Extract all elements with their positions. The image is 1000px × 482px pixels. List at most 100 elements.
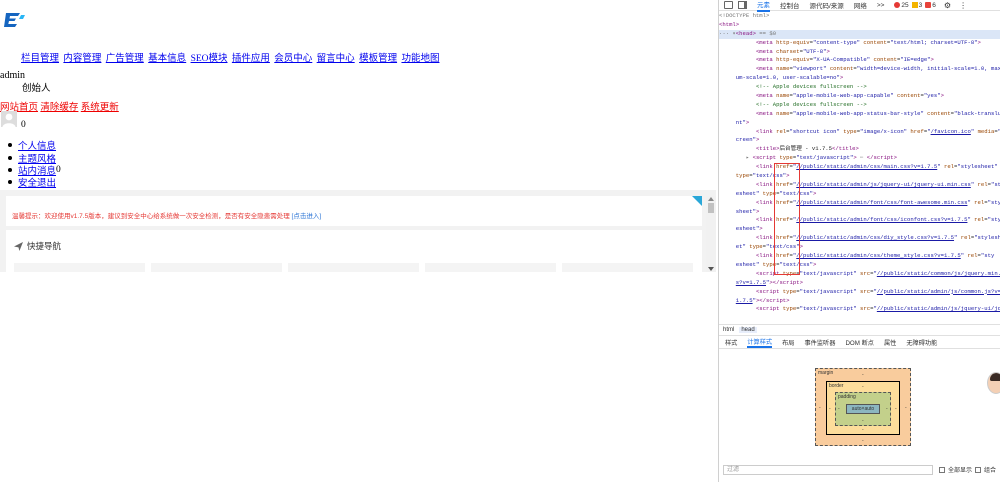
subtab-properties[interactable]: 属性 xyxy=(884,338,896,347)
settings-icon[interactable]: ⚙ xyxy=(944,1,951,10)
bullet xyxy=(8,180,12,185)
dom-line[interactable]: <script type="text/javascript" src="//pu… xyxy=(719,270,1000,279)
nav-message-center[interactable]: 留言中心 xyxy=(317,54,355,64)
show-all-checkbox[interactable] xyxy=(939,466,945,473)
border-left-value: - xyxy=(829,406,831,412)
avatar[interactable] xyxy=(1,111,17,127)
nav-content-management[interactable]: 内容管理 xyxy=(63,54,101,64)
filter-input[interactable]: 过滤 xyxy=(723,465,933,475)
nav-member-center[interactable]: 会员中心 xyxy=(274,54,312,64)
logo-icon xyxy=(4,13,25,27)
dom-line[interactable]: <title>后台管理 - v1.7.5</title> xyxy=(719,145,1000,154)
nav-plugins[interactable]: 插件应用 xyxy=(232,54,270,64)
quick-nav-item[interactable] xyxy=(151,263,282,272)
dom-line[interactable]: sheet"> xyxy=(719,208,1000,217)
message-badge: 0 xyxy=(56,164,61,175)
quick-nav-item[interactable] xyxy=(288,263,419,272)
dom-line[interactable]: 1.7.5"></script> xyxy=(719,297,1000,306)
elements-tree: <!DOCTYPE html> <html> ··· ▾<head> == $0… xyxy=(719,12,1000,325)
subtab-layout[interactable]: 布局 xyxy=(782,338,794,347)
nav-column-management[interactable]: 栏目管理 xyxy=(21,54,59,64)
dom-line[interactable]: esheet" type="text/css"> xyxy=(719,261,1000,270)
warning-count: 3 xyxy=(918,1,923,9)
dom-line[interactable]: s?v=1.7.5"></script> xyxy=(719,279,1000,288)
dom-line[interactable]: <link href="//public/static/admin/font/c… xyxy=(719,216,1000,225)
quick-nav-item[interactable] xyxy=(425,263,556,272)
tab-more[interactable]: >> xyxy=(877,2,885,9)
group-checkbox[interactable] xyxy=(975,466,982,473)
dom-line[interactable]: <!-- Apple devices fullscreen --> xyxy=(719,83,1000,92)
scroll-up-icon[interactable] xyxy=(708,197,714,201)
box-model-padding-label: padding xyxy=(838,394,856,400)
dom-line[interactable]: esheet" type="text/css"> xyxy=(719,190,1000,199)
nav-basic-info[interactable]: 基本信息 xyxy=(148,54,186,64)
user-menu: 个人信息 主题风格 站内消息 0 安全退出 xyxy=(8,139,61,189)
dom-line[interactable]: <script type="text/javascript" src="//pu… xyxy=(719,305,1000,314)
nav-template-management[interactable]: 模板管理 xyxy=(359,54,397,64)
dom-line[interactable]: esheet"> xyxy=(719,225,1000,234)
dom-line[interactable]: <meta name="viewport" content="width=dev… xyxy=(719,65,1000,74)
tab-elements[interactable]: 元素 xyxy=(757,0,770,12)
device-toolbar-icon[interactable] xyxy=(738,1,747,9)
dom-line[interactable]: <link rel="shortcut icon" type="image/x-… xyxy=(719,128,1000,137)
margin-bottom-value: - xyxy=(862,438,864,444)
subtab-computed[interactable]: 计算样式 xyxy=(747,337,773,348)
more-options-icon[interactable]: ⋮ xyxy=(959,1,967,10)
menu-logout[interactable]: 安全退出 xyxy=(18,175,56,189)
tab-network[interactable]: 网络 xyxy=(854,0,867,10)
subtab-event-listeners[interactable]: 事件监听器 xyxy=(805,338,836,347)
dom-line[interactable]: <meta name="apple-mobile-web-app-status-… xyxy=(719,110,1000,119)
box-model-content: auto×auto xyxy=(846,404,880,414)
dom-line[interactable]: <meta http-equiv="X-UA-Compatible" conte… xyxy=(719,56,1000,65)
tab-console[interactable]: 控制台 xyxy=(780,0,800,10)
quick-nav-item[interactable] xyxy=(562,263,693,272)
dom-line[interactable]: et" type="text/css"> xyxy=(719,243,1000,252)
dom-line[interactable]: <link href="//public/static/admin/js/jqu… xyxy=(719,181,1000,190)
dom-line[interactable]: <meta charset="UTF-8"> xyxy=(719,48,1000,57)
dom-line[interactable]: type="text/css"> xyxy=(719,172,1000,181)
dom-line[interactable]: <meta name="apple-mobile-web-app-capable… xyxy=(719,92,1000,101)
dom-line[interactable]: <meta http-equiv="content-type" content=… xyxy=(719,39,1000,48)
margin-top-value: - xyxy=(862,372,864,378)
avatar[interactable] xyxy=(987,372,1000,394)
content-scrollbar[interactable] xyxy=(706,196,716,272)
box-model-padding: padding - - - auto×auto xyxy=(835,392,891,426)
margin-left-value: - xyxy=(819,405,821,411)
dom-line[interactable]: <!DOCTYPE html> xyxy=(719,12,1000,21)
user-menu-item: 站内消息 0 xyxy=(8,164,61,177)
crumb-html[interactable]: html xyxy=(723,327,734,333)
dom-line[interactable]: <!-- Apple devices fullscreen --> xyxy=(719,101,1000,110)
nav-ad-management[interactable]: 广告管理 xyxy=(106,54,144,64)
link-system-update[interactable]: 系统更新 xyxy=(81,103,119,113)
dom-line[interactable]: ▸ <script type="text/javascript"> ⋯ </sc… xyxy=(719,154,1000,163)
scroll-thumb[interactable] xyxy=(708,203,714,213)
issue-counters[interactable]: 25 3 6 xyxy=(894,1,936,9)
crumb-head[interactable]: head xyxy=(739,326,757,333)
warning-icon xyxy=(911,2,918,8)
dom-line[interactable]: <link href="//public/static/admin/css/th… xyxy=(719,252,1000,261)
devtools-panel: 元素 控制台 源代码/来源 网络 >> 25 3 6 ⚙ ⋮ <!DOCTYPE… xyxy=(718,0,1000,482)
nav-function-map[interactable]: 功能地图 xyxy=(401,54,439,64)
box-model-margin-label: margin xyxy=(818,370,834,376)
avatar-count: 0 xyxy=(21,120,26,130)
dom-line[interactable]: <link href="//public/static/admin/css/ma… xyxy=(719,163,1000,172)
dom-line[interactable]: <link href="//public/static/admin/font/c… xyxy=(719,199,1000,208)
dom-line[interactable]: <link href="//public/static/admin/css/di… xyxy=(719,234,1000,243)
scroll-down-icon[interactable] xyxy=(708,267,714,271)
error-count: 25 xyxy=(901,1,909,9)
notice-link[interactable]: [点击进入] xyxy=(292,213,322,220)
subtab-accessibility[interactable]: 无障碍功能 xyxy=(906,338,937,347)
dom-line[interactable]: <script type="text/javascript" src="//pu… xyxy=(719,288,1000,297)
tab-sources[interactable]: 源代码/来源 xyxy=(810,0,844,10)
dom-line[interactable]: nt"> xyxy=(719,119,1000,128)
link-clear-cache[interactable]: 清除缓存 xyxy=(40,103,78,113)
padding-bottom-value: - xyxy=(862,418,864,424)
element-picker-icon[interactable] xyxy=(724,1,733,9)
nav-seo-module[interactable]: SEO模块 xyxy=(191,54,228,64)
dom-line[interactable]: um-scale=1.0, user-scalable=no"> xyxy=(719,74,1000,83)
subtab-dom-breakpoints[interactable]: DOM 断点 xyxy=(845,338,874,347)
dom-line-selected[interactable]: ··· ▾<head> == $0 xyxy=(719,29,1000,39)
subtab-styles[interactable]: 样式 xyxy=(725,338,737,347)
quick-nav-item[interactable] xyxy=(14,263,145,272)
dom-line[interactable]: <html> xyxy=(719,21,1000,30)
